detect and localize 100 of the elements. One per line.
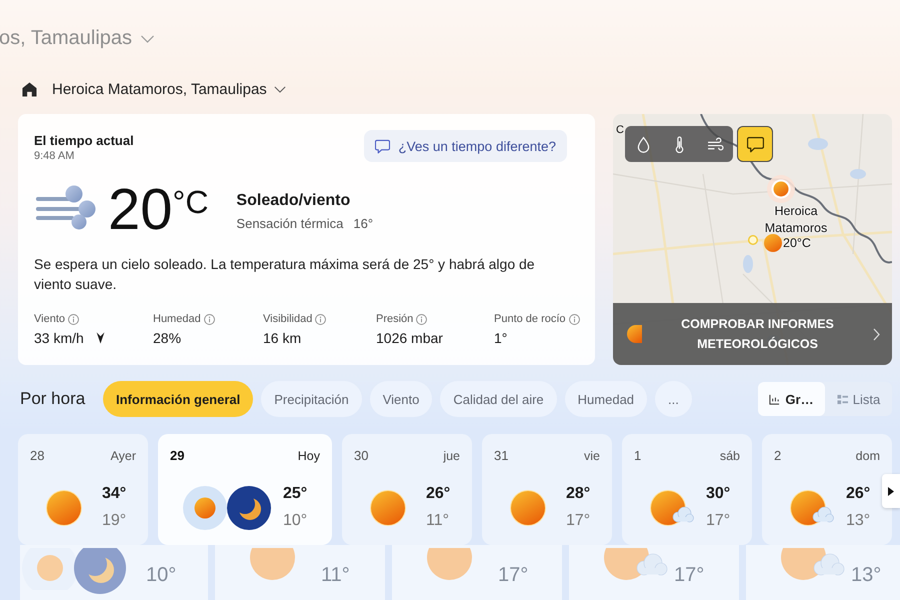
chat-icon <box>746 136 764 152</box>
high-temperature: 26° <box>426 484 450 504</box>
moon-icon <box>227 486 271 530</box>
day-name: Hoy <box>298 448 320 464</box>
chart-icon <box>769 394 780 404</box>
low-temperature: 17° <box>706 511 730 531</box>
day-card[interactable]: 31 vie 28° 17° <box>482 434 612 545</box>
stat-label: Viento <box>34 312 65 326</box>
high-temperature: 26° <box>846 484 870 504</box>
day-date: 2 <box>774 448 782 464</box>
stat-label: Humedad <box>153 312 201 326</box>
low-temperature: 17° <box>566 511 590 531</box>
sun-marker-icon[interactable] <box>767 175 795 203</box>
condition-text: Soleado/viento <box>236 191 352 211</box>
info-icon <box>204 314 215 324</box>
day-name: sáb <box>720 448 740 464</box>
map-layer-button[interactable] <box>737 126 773 162</box>
section-title: Por hora <box>20 389 86 409</box>
info-icon <box>568 314 580 324</box>
map-layer-button[interactable] <box>625 126 661 162</box>
day-date: 31 <box>494 448 508 464</box>
sun-icon <box>250 548 295 580</box>
location-title: os, Tamaulipas <box>0 26 132 50</box>
check-reports-button[interactable]: COMPROBAR INFORMES METEOROLÓGICOS <box>613 303 892 365</box>
day-card[interactable]: 30 jue 26° 11° <box>342 434 472 545</box>
wind-icon <box>36 185 96 230</box>
day-card[interactable]: 1 sáb 30° 17° <box>622 434 752 545</box>
info-icon <box>68 314 79 324</box>
info-icon <box>416 314 428 324</box>
sun-icon <box>427 548 472 580</box>
day-date: 30 <box>354 448 368 464</box>
day-name: dom <box>856 448 880 464</box>
low-temperature: 19° <box>102 511 126 531</box>
high-temperature: 34° <box>102 484 126 504</box>
sun-icon <box>46 490 82 526</box>
high-temperature: 28° <box>566 484 590 504</box>
low-temperature: 17° <box>498 563 528 587</box>
feedback-button[interactable]: ¿Ves un tiempo diferente? <box>364 130 567 162</box>
arrow-icon <box>96 332 105 344</box>
filter-tab[interactable]: Humedad <box>564 381 648 417</box>
stat-label: Punto de rocío <box>494 312 566 326</box>
day-card[interactable]: 28 Ayer 34° 19° <box>18 434 148 545</box>
low-temperature: 10° <box>146 563 176 587</box>
filter-tab[interactable]: Calidad del aire <box>440 381 557 417</box>
view-option[interactable]: Gr… <box>758 382 825 416</box>
stat-value: 33 km/h <box>34 329 84 347</box>
view-option[interactable]: Lista <box>825 382 892 416</box>
filter-tab[interactable]: ... <box>655 381 692 417</box>
sun-icon <box>510 490 546 526</box>
sun-icon <box>370 490 406 526</box>
next-button[interactable] <box>882 474 900 508</box>
day-name: vie <box>584 448 600 464</box>
stat-value: 16 km <box>263 329 302 347</box>
filter-tab[interactable]: Información general <box>103 381 254 417</box>
sun-marker-icon[interactable] <box>764 234 782 252</box>
chevron-right-icon <box>873 328 880 340</box>
wind-icon <box>706 136 724 152</box>
time-text: 9:48 AM <box>34 149 76 163</box>
list-icon <box>836 394 848 404</box>
temperature-value: 20 <box>108 181 173 239</box>
triangle-icon <box>888 486 894 496</box>
low-temperature: 11° <box>321 563 350 587</box>
location-button[interactable]: Heroica Matamoros, Tamaulipas <box>52 80 286 98</box>
low-temperature: 13° <box>851 563 882 587</box>
day-date: 29 <box>170 448 184 464</box>
day-date: 28 <box>30 448 44 464</box>
high-temperature: 25° <box>283 484 308 504</box>
map-label: Heroica Matamoros <box>764 203 828 237</box>
map-label: C <box>616 124 624 136</box>
map-layer-button[interactable] <box>697 126 733 162</box>
card-title: El tiempo actual <box>34 133 134 149</box>
forecast-summary: Se espera un cielo soleado. La temperatura máxima será de 25° y habrá algo de viento suave. <box>34 255 536 294</box>
stat-value: 1026 mbar <box>376 329 443 347</box>
chevron-down-icon <box>140 35 156 43</box>
day-card[interactable]: 29 Hoy 25° 10° <box>158 434 332 545</box>
low-temperature: 10° <box>283 511 308 531</box>
chat-icon <box>375 138 390 154</box>
temperature-unit: °C <box>172 186 208 218</box>
info-icon <box>315 314 326 324</box>
feels-like-label: Sensación térmica <box>236 215 344 233</box>
low-temperature: 11° <box>426 511 450 531</box>
sun-cloud-icon <box>604 548 668 580</box>
day-date: 1 <box>634 448 642 464</box>
home-icon <box>22 82 37 96</box>
sun-icon <box>183 486 227 530</box>
day-name: Ayer <box>110 448 136 464</box>
stat-value: 28% <box>153 329 182 347</box>
filter-tab[interactable]: Precipitación <box>261 381 362 417</box>
map-label: 20°C <box>783 235 811 251</box>
high-temperature: 30° <box>706 484 730 504</box>
moon-icon <box>74 548 126 594</box>
filter-tab[interactable]: Viento <box>370 381 432 417</box>
stat-label: Presión <box>376 312 414 326</box>
sun-cloud-icon <box>650 490 694 526</box>
day-name: jue <box>443 448 460 464</box>
stat-label: Visibilidad <box>263 312 312 326</box>
sun-icon <box>627 325 642 343</box>
day-card[interactable]: 2 dom 26° 13° <box>762 434 892 545</box>
sun-cloud-icon <box>790 490 834 526</box>
chevron-down-icon <box>274 86 286 92</box>
